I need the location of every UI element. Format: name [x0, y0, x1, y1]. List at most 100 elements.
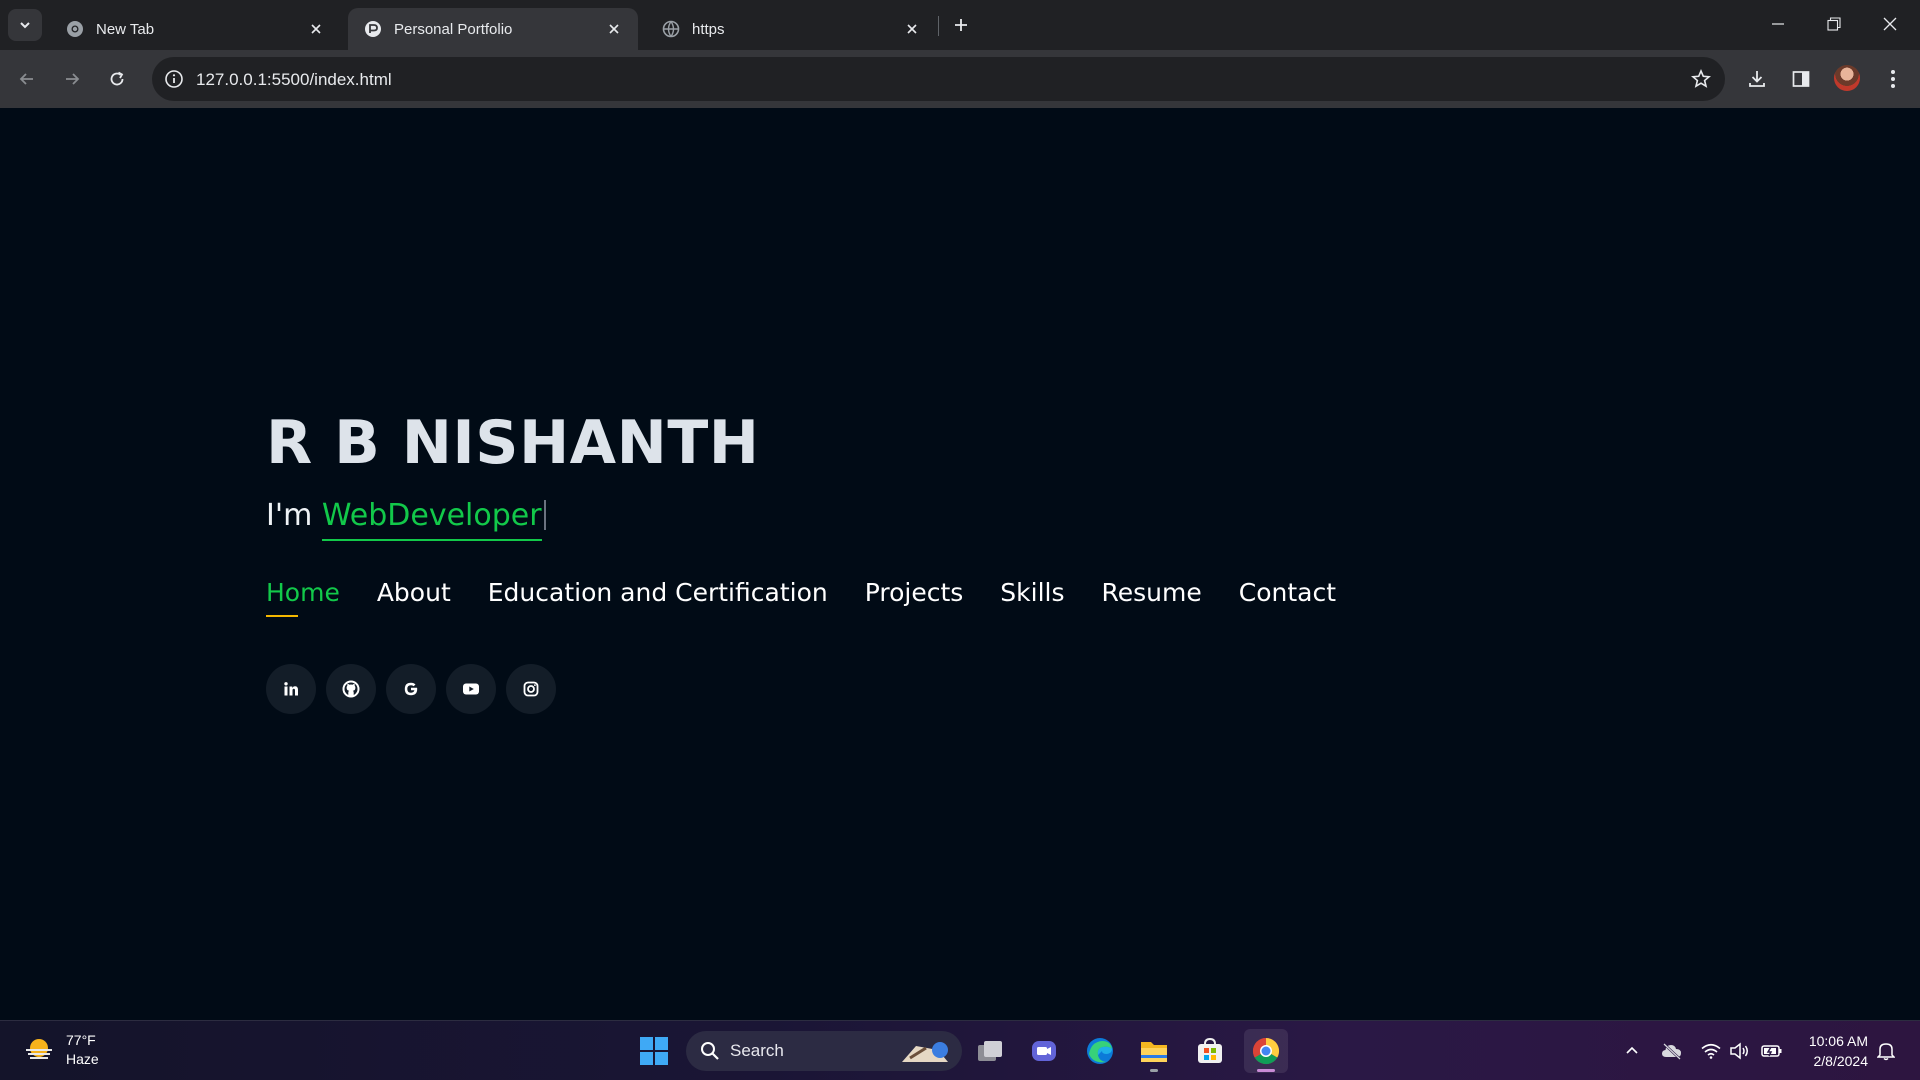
address-bar[interactable]: 127.0.0.1:5500/index.html [152, 57, 1725, 101]
hero-name: R B NISHANTH [266, 408, 760, 478]
notifications-button[interactable] [1874, 1039, 1898, 1063]
nav-skills[interactable]: Skills [1000, 578, 1064, 617]
globe-icon [662, 20, 680, 38]
start-button[interactable] [632, 1029, 676, 1073]
chrome-app[interactable] [1244, 1029, 1288, 1073]
back-button[interactable] [10, 62, 44, 96]
profile-avatar[interactable] [1834, 65, 1860, 91]
close-icon [1883, 17, 1897, 31]
reload-icon [110, 71, 124, 86]
youtube-link[interactable] [446, 664, 496, 714]
minimize-button[interactable] [1750, 0, 1806, 48]
google-link[interactable] [386, 664, 436, 714]
minimize-icon [1772, 23, 1784, 25]
weather-widget[interactable]: 77°F Haze [22, 1031, 99, 1069]
taskbar-search[interactable]: Search [686, 1031, 962, 1071]
search-icon [701, 1042, 719, 1060]
cloud-offline-icon [1662, 1043, 1681, 1060]
youtube-icon [463, 683, 479, 695]
edge-icon [1087, 1038, 1113, 1064]
portfolio-page: R B NISHANTH I'm WebDeveloper Home About… [0, 108, 1920, 1020]
browser-toolbar: 127.0.0.1:5500/index.html [0, 50, 1920, 108]
site-info-icon[interactable] [162, 67, 186, 91]
tab-separator [938, 16, 939, 36]
chevron-up-icon [1626, 1046, 1638, 1054]
clock-date: 2/8/2024 [1813, 1053, 1869, 1069]
running-indicator [1150, 1069, 1158, 1072]
weather-temp: 77°F [66, 1032, 96, 1048]
google-icon [404, 682, 418, 696]
plus-icon [955, 19, 967, 31]
notification-bell-icon [1877, 1043, 1895, 1061]
linkedin-link[interactable] [266, 664, 316, 714]
social-links [266, 664, 566, 714]
nav-home[interactable]: Home [266, 578, 340, 617]
instagram-link[interactable] [506, 664, 556, 714]
nav-contact[interactable]: Contact [1239, 578, 1336, 617]
tab-https[interactable]: https [646, 8, 936, 50]
url-text[interactable]: 127.0.0.1:5500/index.html [196, 70, 392, 90]
close-tab-icon[interactable] [604, 19, 624, 39]
forward-button[interactable] [55, 62, 89, 96]
battery-tray[interactable] [1760, 1039, 1784, 1063]
tab-title: Personal Portfolio [394, 20, 513, 38]
haze-weather-icon [26, 1039, 52, 1059]
file-explorer-app[interactable] [1132, 1029, 1176, 1073]
volume-tray[interactable] [1728, 1039, 1752, 1063]
github-link[interactable] [326, 664, 376, 714]
wifi-icon [1701, 1043, 1721, 1059]
github-icon [342, 680, 360, 698]
close-tab-icon[interactable] [306, 19, 326, 39]
nav-education[interactable]: Education and Certification [488, 578, 828, 617]
video-call-icon [1032, 1041, 1056, 1061]
weather-desc: Haze [66, 1051, 99, 1067]
chrome-menu-icon[interactable] [1878, 64, 1908, 94]
hero-role: I'm WebDeveloper [266, 498, 546, 541]
tab-personal-portfolio[interactable]: Personal Portfolio [348, 8, 638, 50]
wifi-tray[interactable] [1699, 1039, 1723, 1063]
tab-title: https [692, 20, 725, 38]
onedrive-tray[interactable] [1660, 1039, 1684, 1063]
windows-taskbar: 77°F Haze Search 10:06 AM 2/8/2024 [0, 1020, 1920, 1080]
nav-projects[interactable]: Projects [865, 578, 964, 617]
active-indicator [1257, 1069, 1275, 1072]
tab-title: New Tab [96, 20, 155, 38]
folder-icon [1141, 1042, 1167, 1062]
side-panel-icon[interactable] [1786, 64, 1816, 94]
browser-tab-bar: New Tab Personal Portfolio https [0, 0, 1920, 50]
instagram-icon [523, 681, 539, 697]
close-tab-icon[interactable] [902, 19, 922, 39]
linkedin-icon [284, 682, 298, 696]
store-icon [1198, 1037, 1222, 1063]
task-view-button[interactable] [968, 1029, 1012, 1073]
speaker-icon [1730, 1042, 1748, 1060]
bookmark-star-icon[interactable] [1689, 67, 1713, 91]
nav-about[interactable]: About [377, 578, 451, 617]
restore-button[interactable] [1806, 0, 1862, 48]
nav-resume[interactable]: Resume [1102, 578, 1202, 617]
search-label: Search [730, 1041, 784, 1060]
role-typed-text: WebDeveloper [321, 498, 542, 541]
restore-icon [1827, 17, 1841, 31]
typing-cursor [543, 500, 546, 530]
tab-search-button[interactable] [8, 9, 42, 41]
main-nav: Home About Education and Certification P… [266, 578, 1373, 617]
chevron-down-icon [20, 22, 30, 29]
reload-button[interactable] [100, 62, 134, 96]
task-view-icon [978, 1041, 1002, 1061]
system-clock[interactable]: 10:06 AM 2/8/2024 [1800, 1031, 1868, 1071]
store-app[interactable] [1188, 1029, 1232, 1073]
arrow-right-icon [66, 73, 80, 85]
chrome-icon [1252, 1037, 1280, 1065]
portfolio-favicon [365, 21, 381, 37]
teams-app[interactable] [1022, 1029, 1066, 1073]
tab-new-tab[interactable]: New Tab [50, 8, 340, 50]
downloads-icon[interactable] [1742, 64, 1772, 94]
chrome-icon [67, 21, 83, 37]
new-tab-button[interactable] [948, 12, 974, 38]
close-window-button[interactable] [1862, 0, 1918, 48]
tray-overflow-button[interactable] [1620, 1039, 1644, 1063]
edge-app[interactable] [1078, 1029, 1122, 1073]
windows-logo-icon [640, 1037, 668, 1065]
role-prefix: I'm [266, 498, 322, 533]
